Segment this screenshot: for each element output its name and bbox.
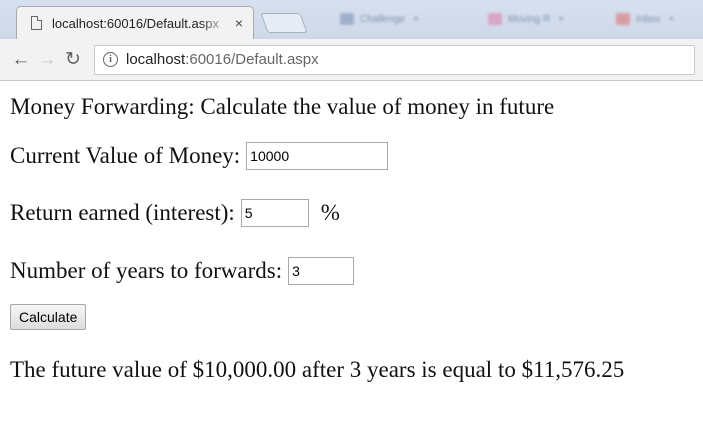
url-host: localhost — [126, 51, 186, 68]
background-tab[interactable]: Challenge × — [330, 6, 429, 32]
tab-strip: localhost:60016/Default.aspx × Challenge… — [0, 0, 703, 39]
tab-favicon-icon — [340, 13, 354, 25]
page-icon — [31, 16, 42, 30]
info-icon[interactable]: i — [103, 52, 118, 67]
interest-input[interactable] — [240, 199, 309, 227]
background-tab[interactable]: Moving R × — [478, 6, 574, 32]
interest-row: Return earned (interest): % — [10, 197, 693, 229]
current-value-input[interactable] — [246, 142, 389, 170]
background-tab-title: Challenge — [360, 13, 406, 25]
back-arrow-icon[interactable]: ← — [8, 49, 34, 71]
current-value-label: Current Value of Money: — [10, 143, 241, 168]
background-tab[interactable]: Inbox × — [606, 6, 684, 32]
page-content: Money Forwarding: Calculate the value of… — [0, 81, 703, 387]
reload-icon[interactable]: ↻ — [60, 48, 86, 71]
current-value-row: Current Value of Money: — [10, 140, 693, 172]
active-tab[interactable]: localhost:60016/Default.aspx × — [16, 6, 254, 39]
years-label: Number of years to forwards: — [10, 258, 283, 283]
button-row: Calculate — [10, 304, 693, 330]
url-path: :60016/Default.aspx — [185, 51, 319, 68]
address-bar[interactable]: i localhost:60016/Default.aspx — [94, 44, 695, 75]
result-text: The future value of $10,000.00 after 3 y… — [10, 357, 625, 382]
new-tab-button[interactable] — [260, 13, 308, 33]
tab-favicon-icon — [616, 13, 630, 25]
page-title: Money Forwarding: Calculate the value of… — [10, 94, 555, 119]
tab-close-icon[interactable]: × — [235, 15, 243, 31]
background-tab-title: Inbox — [636, 13, 661, 25]
tab-close-icon[interactable]: × — [413, 14, 419, 25]
forward-arrow-icon[interactable]: → — [34, 49, 60, 71]
interest-label: Return earned (interest): — [10, 200, 235, 225]
years-row: Number of years to forwards: — [10, 255, 693, 287]
years-input[interactable] — [288, 257, 355, 285]
background-tab-title: Moving R — [508, 13, 551, 25]
tab-close-icon[interactable]: × — [668, 14, 674, 25]
calculate-button[interactable]: Calculate — [10, 304, 87, 330]
percent-label: % — [320, 200, 340, 225]
tab-favicon-icon — [488, 13, 502, 25]
browser-toolbar: ← → ↻ i localhost:60016/Default.aspx — [0, 39, 703, 81]
tab-title: localhost:60016/Default.aspx — [52, 15, 219, 31]
tab-close-icon[interactable]: × — [558, 14, 564, 25]
